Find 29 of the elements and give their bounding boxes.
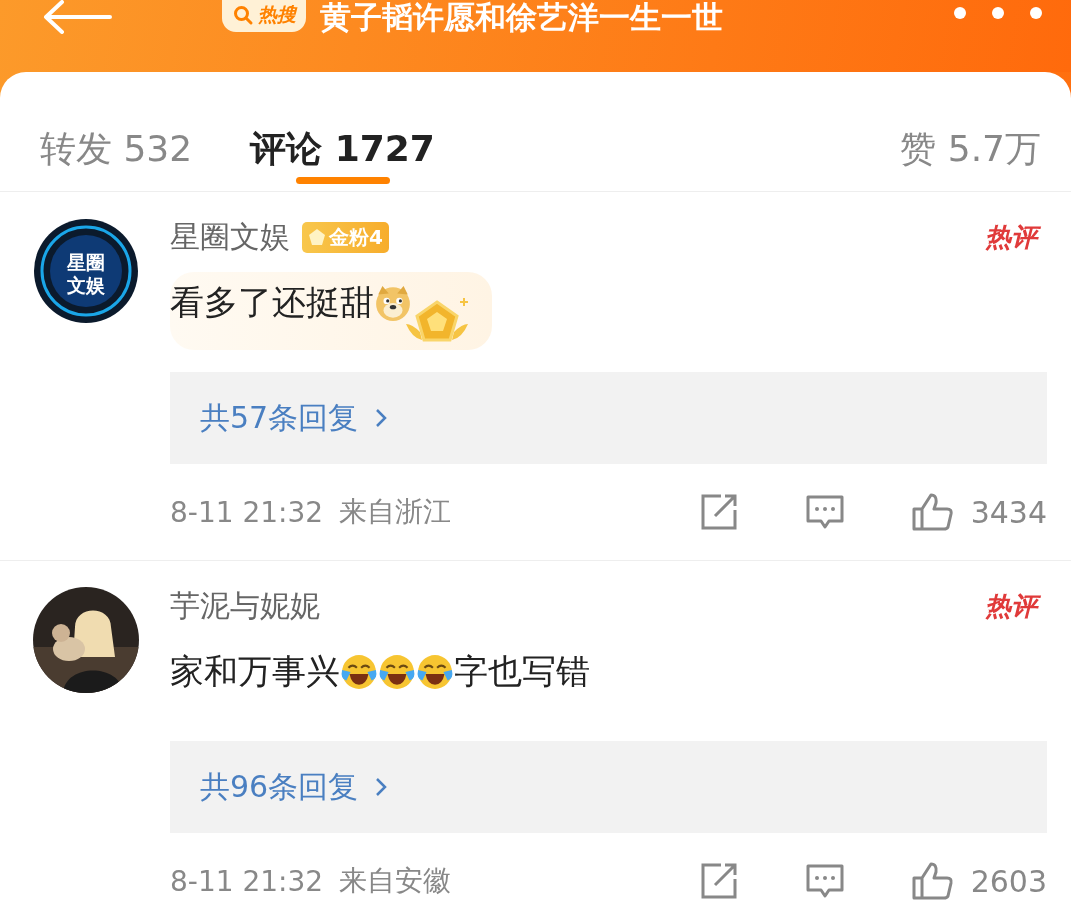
fan-level-badge: 金粉4 <box>302 221 389 253</box>
comment-location: 来自安徽 <box>339 863 452 899</box>
comment-time: 8-11 21:32 <box>170 495 324 529</box>
thumbs-up-icon <box>910 861 955 901</box>
tab[interactable]: 评论 1727 <box>250 72 435 190</box>
laughing-tears-emoji <box>340 653 378 691</box>
thumbs-up-icon <box>910 492 955 532</box>
comment-time: 8-11 21:32 <box>170 864 324 898</box>
tab[interactable]: 转发 532 <box>40 72 193 190</box>
comment-text: 看多了还挺甜 <box>170 272 492 350</box>
chevron-right-icon <box>374 776 389 798</box>
more-icon[interactable] <box>953 6 1043 20</box>
page-title: 黄子韬许愿和徐艺洋一生一世 <box>320 0 723 34</box>
like-button[interactable]: 2603 <box>910 861 1047 901</box>
comment-location: 来自浙江 <box>339 494 452 530</box>
comment-text: 家和万事兴 字也写错 <box>170 650 591 693</box>
username[interactable]: 星圈文娱 <box>170 216 290 258</box>
laughing-tears-emoji <box>416 653 454 691</box>
hot-search-badge[interactable]: 热搜 <box>222 0 306 32</box>
avatar-logo[interactable]: 星圈文娱 <box>33 218 139 324</box>
laughing-tears-emoji <box>378 653 416 691</box>
chevron-right-icon <box>374 407 389 429</box>
like-button[interactable]: 3434 <box>910 492 1047 532</box>
replies-link[interactable]: 共57条回复 <box>170 372 1047 464</box>
back-arrow-icon[interactable] <box>42 0 112 34</box>
username[interactable]: 芋泥与妮妮 <box>170 585 320 627</box>
dog-face-emoji <box>374 284 412 322</box>
replies-link[interactable]: 共96条回复 <box>170 741 1047 833</box>
tab[interactable]: 赞 5.7万 <box>900 72 1041 190</box>
